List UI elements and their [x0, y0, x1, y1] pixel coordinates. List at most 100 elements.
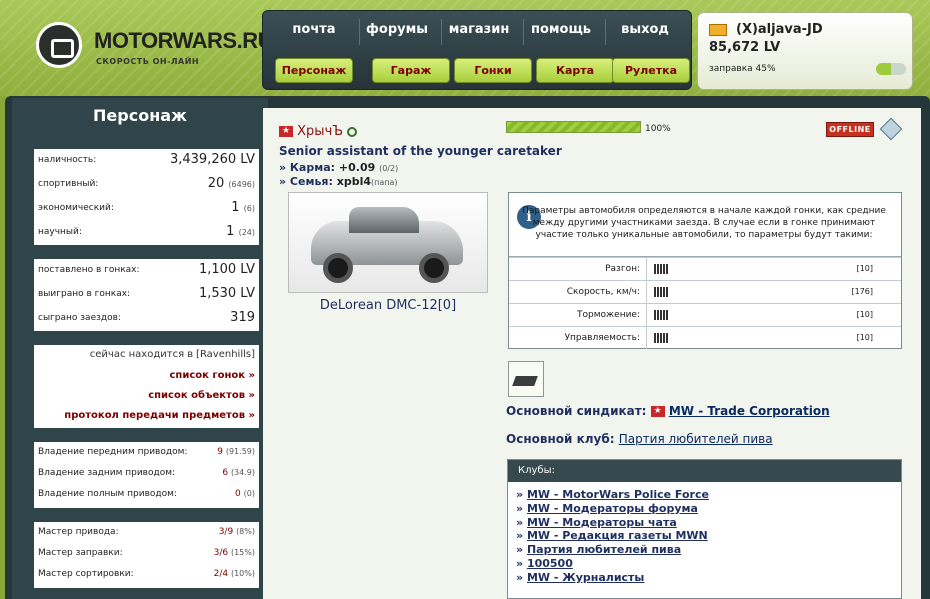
location-box: сейчас находится в [Ravenhills] список г… [34, 345, 259, 428]
player-family: » Семья: xpbl4(папа) [279, 175, 398, 188]
param-label: Торможение: [509, 304, 647, 326]
nav-button-roulette[interactable]: Рулетка [612, 58, 690, 83]
param-row: Скорость, км/ч: [176] [509, 280, 901, 303]
club-item[interactable]: MW - Модераторы форума [516, 502, 901, 516]
race-label: сыграно заездов: [38, 313, 121, 323]
races-box: поставлено в гонках: 1,100 LV выиграно в … [34, 259, 259, 331]
site-logo[interactable]: MOTORWARS.RU СКОРОСТЬ ОН-ЛАЙН [36, 20, 273, 76]
location-text: сейчас находится в [Ravenhills] [89, 349, 255, 360]
progress-bar [506, 121, 641, 133]
nav-button-races[interactable]: Гонки [454, 58, 532, 83]
drive-box: Владение передним приводом: 9 (91.59) Вла… [34, 442, 259, 508]
main-content: ★ ХрычЪ Senior assistant of the younger … [263, 108, 921, 599]
master-label: Мастер сортировки: [38, 569, 134, 579]
gender-male-icon [347, 126, 358, 137]
nav-mail[interactable]: почта [274, 22, 354, 37]
club-link[interactable]: Партия любителей пива [619, 432, 773, 446]
logo-icon [36, 22, 82, 68]
link-race-list[interactable]: список гонок » [34, 366, 259, 386]
master-label: Мастер привода: [38, 527, 119, 537]
user-flag-icon [709, 24, 727, 36]
user-name[interactable]: (X)aljava-JD [736, 22, 823, 37]
top-navigation: почта форумы магазин помощь выход Персон… [262, 10, 692, 90]
race-value: 1,530 LV [198, 286, 255, 301]
param-value: [10] [856, 310, 873, 319]
stat-label: наличность: [38, 155, 97, 165]
club-item[interactable]: 100500 [516, 557, 901, 571]
stat-label: научный: [38, 227, 82, 237]
nav-button-character[interactable]: Персонаж [275, 58, 353, 83]
race-label: поставлено в гонках: [38, 265, 140, 275]
clubs-header: Клубы: [508, 460, 901, 482]
user-panel: (X)aljava-JD 85,672 LV заправка 45% [697, 12, 913, 90]
syndicate-star-icon: ★ [279, 126, 293, 137]
drive-label: Владение задним приводом: [38, 468, 176, 478]
car-params-box: i Параметры автомобиля определяются в на… [508, 192, 902, 349]
family-link[interactable]: xpbl4 [337, 175, 371, 188]
club-item[interactable]: MW - Модераторы чата [516, 516, 901, 530]
master-row: Мастер сортировки: 2/4 (10%) [34, 564, 259, 585]
site-name: MOTORWARS.RU [94, 28, 273, 53]
user-money: 85,672 LV [709, 40, 781, 55]
club-item[interactable]: MW - Редакция газеты MWN [516, 529, 901, 543]
club-item[interactable]: MW - MotorWars Police Force [516, 488, 901, 502]
param-label: Скорость, км/ч: [509, 281, 647, 303]
param-label: Управляемость: [509, 327, 647, 349]
sidebar-title: Персонаж [93, 106, 187, 125]
main-club: Основной клуб: Партия любителей пива [506, 432, 773, 446]
stat-row: спортивный: 20 (6496) [34, 173, 259, 197]
nav-button-garage[interactable]: Гараж [372, 58, 450, 83]
drive-row: Владение полным приводом: 0 (0) [34, 484, 259, 505]
stats-box: наличность: 3,439,260 LV спортивный: 20 (6… [34, 149, 259, 245]
param-bars-icon [654, 310, 668, 320]
race-row: выиграно в гонках: 1,530 LV [34, 283, 259, 307]
club-item[interactable]: MW - Журналисты [516, 571, 901, 585]
drive-row: Владение передним приводом: 9 (91.59) [34, 442, 259, 463]
drive-label: Владение полным приводом: [38, 489, 177, 499]
param-value: [176] [851, 287, 873, 296]
param-bars-icon [654, 287, 668, 297]
message-icon[interactable] [879, 117, 903, 141]
master-value: 2/4 (10%) [213, 569, 255, 579]
location-value[interactable]: [Ravenhills] [196, 349, 255, 360]
site-slogan: СКОРОСТЬ ОН-ЛАЙН [96, 57, 200, 66]
param-value: [10] [856, 264, 873, 273]
race-row: поставлено в гонках: 1,100 LV [34, 259, 259, 283]
param-value: [10] [856, 333, 873, 342]
master-label: Мастер заправки: [38, 548, 123, 558]
stat-row: научный: 1 (24) [34, 221, 259, 245]
drive-row: Владение задним приводом: 6 (34.9) [34, 463, 259, 484]
main-syndicate: Основной синдикат: ★ MW - Trade Corporat… [506, 404, 830, 418]
nav-forums[interactable]: форумы [357, 22, 437, 37]
stat-value: 3,439,260 LV [169, 152, 255, 167]
master-value: 3/9 (8%) [218, 527, 255, 537]
stat-label: спортивный: [38, 179, 99, 189]
nav-help[interactable]: помощь [521, 22, 601, 37]
syndicate-link[interactable]: MW - Trade Corporation [669, 404, 830, 418]
fuel-indicator-icon [876, 63, 906, 75]
syndicate-star-icon: ★ [650, 406, 665, 417]
drive-value: 0 (0) [235, 489, 255, 499]
nav-logout[interactable]: выход [605, 22, 685, 37]
stat-value: 1 (24) [226, 224, 255, 239]
user-fuel: заправка 45% [709, 64, 776, 74]
link-object-list[interactable]: список объектов » [34, 386, 259, 406]
progress-value: 100% [645, 124, 671, 134]
inventory-item-icon[interactable] [508, 361, 544, 397]
player-rank: Senior assistant of the younger caretake… [279, 144, 562, 158]
stat-value: 1 (6) [231, 200, 255, 215]
car-image[interactable] [288, 192, 488, 293]
param-row: Разгон: [10] [509, 257, 901, 280]
race-row: сыграно заездов: 319 [34, 307, 259, 331]
param-row: Управляемость: [10] [509, 326, 901, 349]
master-value: 3/6 (15%) [213, 548, 255, 558]
player-name: ★ ХрычЪ [279, 124, 358, 139]
car-name: DeLorean DMC-12[0] [319, 298, 457, 313]
nav-button-map[interactable]: Карта [536, 58, 614, 83]
param-bars-icon [654, 264, 668, 274]
params-info-text: Параметры автомобиля определяются в нача… [522, 206, 886, 240]
race-label: выиграно в гонках: [38, 289, 131, 299]
nav-shop[interactable]: магазин [439, 22, 519, 37]
link-transfer-log[interactable]: протокол передачи предметов » [34, 406, 259, 426]
club-item[interactable]: Партия любителей пива [516, 543, 901, 557]
